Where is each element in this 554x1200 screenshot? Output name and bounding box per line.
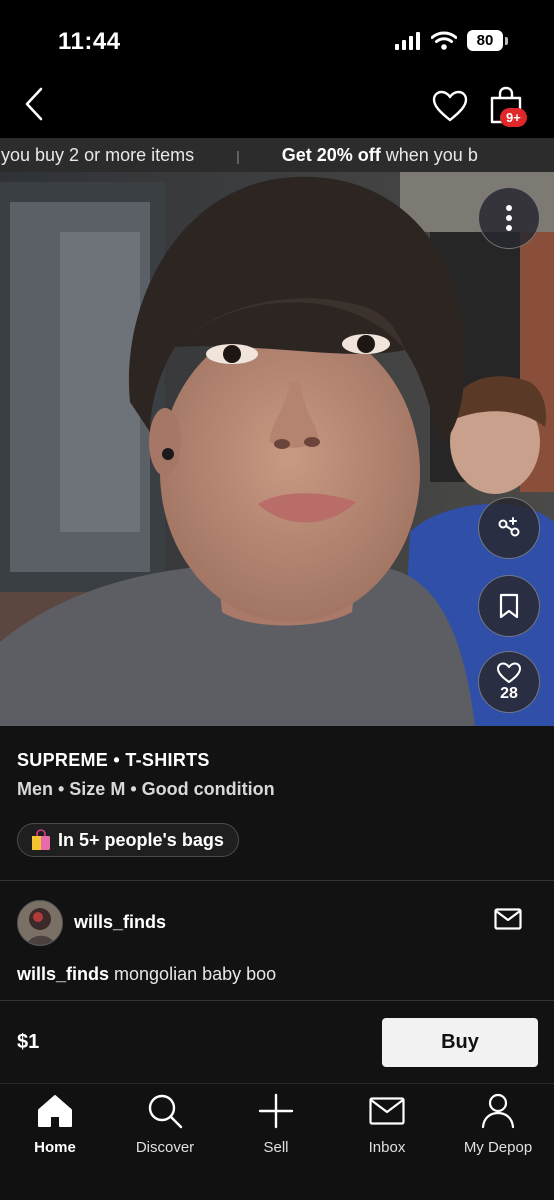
- status-bar: 11:44 80: [0, 0, 554, 80]
- favorites-button[interactable]: [430, 86, 470, 126]
- battery-cap: [505, 36, 508, 45]
- home-icon: [36, 1092, 74, 1130]
- more-vertical-icon: [506, 205, 512, 231]
- tab-label-inbox: Inbox: [368, 1139, 406, 1156]
- chevron-left-icon: [25, 87, 43, 121]
- tab-inbox[interactable]: Inbox: [332, 1092, 442, 1162]
- promo-text-1: n you buy 2 or more items: [0, 145, 195, 165]
- more-options-button[interactable]: [478, 187, 540, 249]
- save-button[interactable]: [478, 575, 540, 637]
- status-icons: 80: [395, 30, 508, 51]
- photo-illustration: [0, 172, 554, 726]
- header-nav: 9+: [0, 80, 554, 138]
- back-button[interactable]: [14, 82, 54, 126]
- share-icon: [498, 517, 520, 537]
- tab-label-home: Home: [34, 1139, 76, 1156]
- seller-section: wills_finds wills_finds mongolian baby b…: [0, 882, 554, 1000]
- battery-level: 80: [467, 30, 503, 51]
- bags-badge: In 5+ people's bags: [17, 823, 239, 857]
- tab-label-my-depop: My Depop: [463, 1139, 533, 1156]
- promo-text-2: Get 20% off when you b: [282, 145, 478, 166]
- battery-indicator: 80: [467, 30, 508, 51]
- promo-text-2-rest: when you b: [380, 145, 478, 165]
- plus-icon: [257, 1092, 295, 1130]
- avatar-image: [18, 901, 62, 945]
- price: $1: [17, 1031, 40, 1053]
- promo-ticker: n you buy 2 or more items | Get 20% off …: [0, 145, 478, 166]
- description-username[interactable]: wills_finds: [17, 964, 109, 984]
- like-count: 28: [500, 684, 518, 702]
- heart-icon: [432, 90, 468, 122]
- promo-separator: |: [236, 147, 240, 164]
- search-icon: [146, 1092, 184, 1130]
- share-button[interactable]: [478, 497, 540, 559]
- person-icon: [479, 1092, 517, 1130]
- brand-category[interactable]: SUPREME • T-SHIRTS: [17, 750, 210, 771]
- tab-home[interactable]: Home: [0, 1092, 110, 1162]
- bag-button[interactable]: 9+: [486, 84, 530, 132]
- envelope-icon: [368, 1092, 406, 1130]
- status-time: 11:44: [58, 28, 121, 55]
- shopping-bag-icon: [32, 829, 50, 850]
- bag-count-badge: 9+: [500, 108, 527, 127]
- tab-sell[interactable]: Sell: [221, 1092, 331, 1162]
- envelope-icon: [494, 908, 522, 930]
- tab-label-sell: Sell: [263, 1139, 289, 1156]
- promo-highlight: Get 20% off: [281, 145, 381, 165]
- purchase-bar: $1 Buy: [0, 1001, 554, 1083]
- like-button[interactable]: 28: [478, 651, 540, 713]
- tab-discover[interactable]: Discover: [110, 1092, 220, 1162]
- product-meta: Men • Size M • Good condition: [17, 779, 275, 799]
- seller-username[interactable]: wills_finds: [74, 912, 166, 933]
- wifi-icon: [431, 31, 457, 50]
- description-text: mongolian baby boo: [109, 964, 277, 984]
- signal-icon: [395, 31, 420, 50]
- tab-my-depop[interactable]: My Depop: [443, 1092, 553, 1162]
- tab-bar: Home Discover Sell Inbox My Depop: [0, 1083, 554, 1200]
- avatar[interactable]: [17, 900, 63, 946]
- bookmark-icon: [499, 593, 519, 619]
- item-description: wills_finds mongolian baby boo: [17, 964, 276, 985]
- promo-banner[interactable]: n you buy 2 or more items | Get 20% off …: [0, 138, 554, 172]
- product-photo[interactable]: 28: [0, 172, 554, 726]
- divider: [0, 880, 554, 881]
- buy-button[interactable]: Buy: [382, 1018, 538, 1067]
- bags-badge-text: In 5+ people's bags: [58, 829, 224, 850]
- tab-label-discover: Discover: [135, 1139, 195, 1156]
- product-info: SUPREME • T-SHIRTS Men • Size M • Good c…: [0, 726, 554, 881]
- message-seller-button[interactable]: [494, 908, 524, 936]
- heart-icon: [497, 662, 521, 683]
